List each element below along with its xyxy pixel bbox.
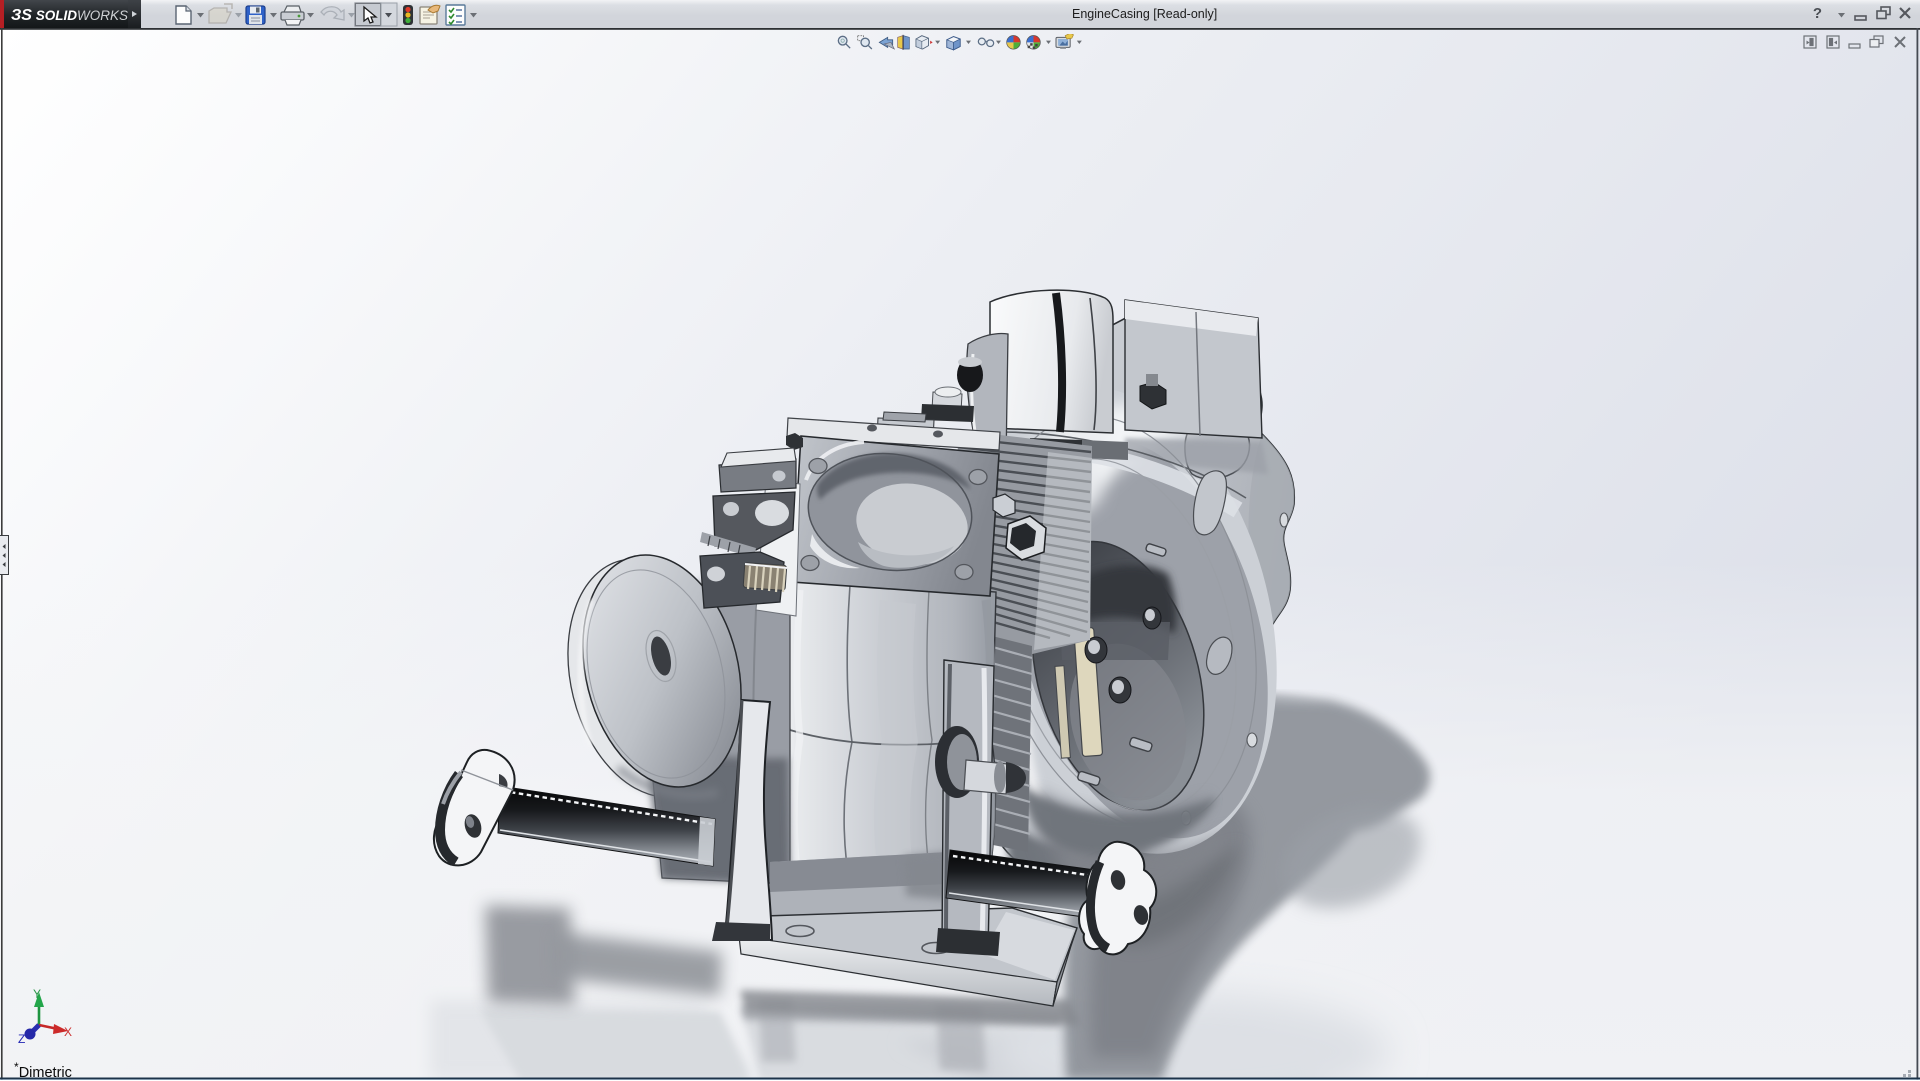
- svg-text:Z: Z: [18, 1032, 25, 1046]
- svg-text:Y: Y: [33, 987, 41, 1001]
- svg-text:X: X: [64, 1025, 72, 1039]
